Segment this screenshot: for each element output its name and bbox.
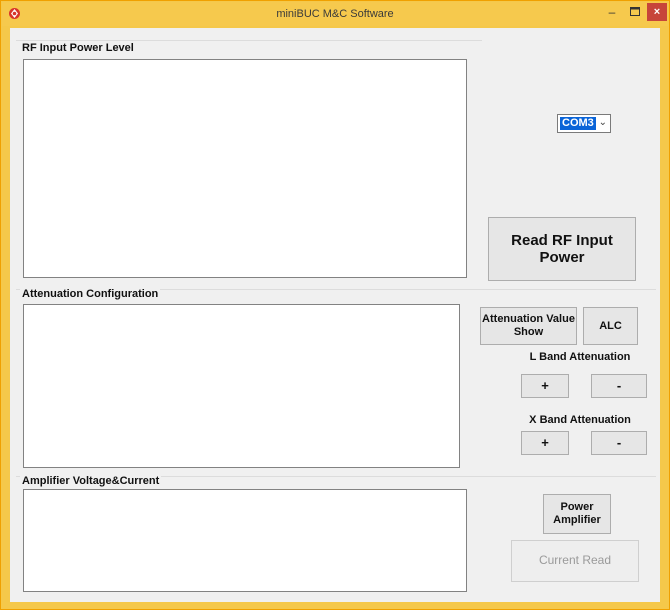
alc-button[interactable]: ALC [583,307,638,345]
l-band-attenuation-label: L Band Attenuation [529,351,631,363]
chevron-down-icon: ⌄ [598,117,607,128]
com-port-value: COM3 [560,117,596,130]
rf-group-border [16,40,482,41]
client-area: RF Input Power Level COM3 ⌄ Read RF Inpu… [10,28,660,602]
rf-input-group-label: RF Input Power Level [20,42,136,54]
attenuation-textbox[interactable] [23,304,460,468]
rf-input-textbox[interactable] [23,59,467,278]
maximize-button[interactable] [624,3,646,22]
attenuation-group-label: Attenuation Configuration [20,288,161,300]
title-bar[interactable]: miniBUC M&C Software – × [2,2,668,26]
maximize-icon [630,7,640,16]
power-amplifier-button[interactable]: Power Amplifier [543,494,611,534]
app-window: miniBUC M&C Software – × RF Input Power … [0,0,670,610]
amplifier-group-label: Amplifier Voltage&Current [20,475,162,487]
current-read-button[interactable]: Current Read [511,540,639,582]
l-band-minus-button[interactable]: - [591,374,647,398]
read-rf-input-power-button[interactable]: Read RF Input Power [488,217,636,281]
com-port-select[interactable]: COM3 ⌄ [557,114,611,133]
attenuation-value-show-button[interactable]: Attenuation Value Show [480,307,577,345]
amplifier-textbox[interactable] [23,489,467,592]
x-band-minus-button[interactable]: - [591,431,647,455]
window-bottom-border [10,602,660,608]
x-band-attenuation-label: X Band Attenuation [529,414,631,426]
close-button[interactable]: × [647,3,667,21]
minimize-button[interactable]: – [600,3,624,22]
x-band-plus-button[interactable]: + [521,431,569,455]
l-band-plus-button[interactable]: + [521,374,569,398]
window-title: miniBUC M&C Software [276,8,394,20]
